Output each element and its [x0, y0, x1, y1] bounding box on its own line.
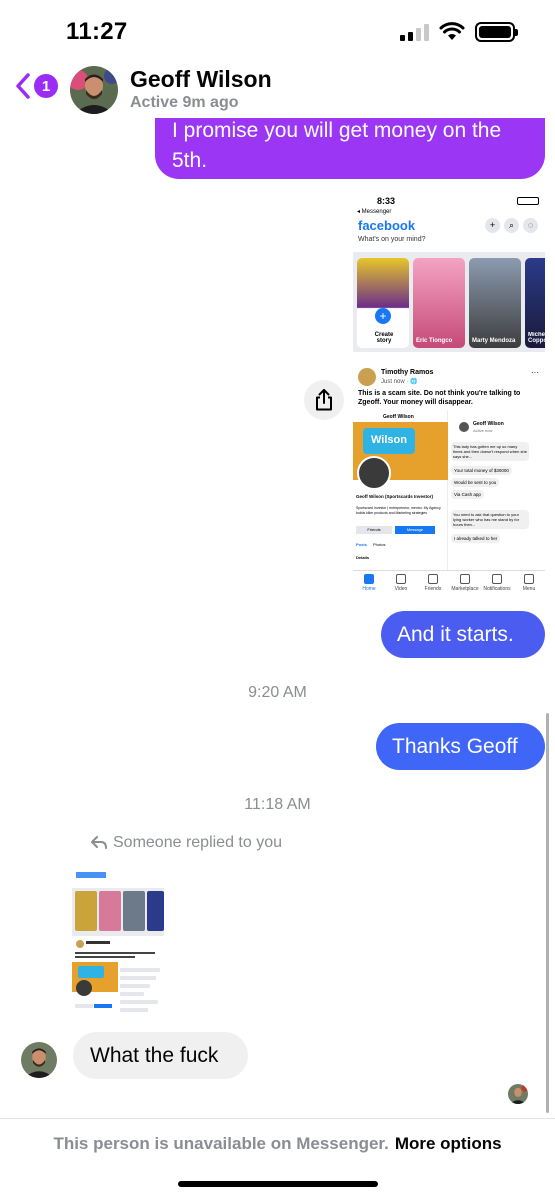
inner-profile-avatar: [357, 456, 391, 490]
inner-chat-panel: Geoff Wilson Active now This lady has go…: [449, 410, 545, 570]
share-icon: [316, 389, 332, 411]
contact-active-status: Active 9m ago: [130, 94, 239, 111]
inner-chat-status: Active now: [473, 428, 493, 433]
wifi-icon: [439, 22, 465, 40]
inner-friends-button: Friends: [356, 526, 392, 534]
inner-bio-name: Geoff Wilson (Sportscards Investor): [356, 494, 433, 499]
message-bubble-incoming[interactable]: What the fuck: [73, 1032, 248, 1079]
inner-chat-avatar: [459, 422, 469, 432]
unavailable-footer: This person is unavailable on Messenger.…: [0, 1134, 555, 1154]
attachment-nav-bar: Home Video Friends Marketplace Notificat…: [353, 570, 545, 600]
inner-show-title: Wilson: [371, 434, 407, 446]
status-icons: [400, 22, 518, 42]
create-story-plus-icon: +: [375, 308, 391, 324]
nav-menu: Menu: [513, 571, 545, 600]
story-card: Michelle Coppola: [525, 258, 545, 348]
post-time: Just now · 🌐: [381, 379, 418, 385]
attachment-stories-row: + Create story Eric Tiongco Marty Mendoz…: [353, 252, 545, 352]
sender-avatar[interactable]: [21, 1042, 57, 1078]
timestamp: 11:18 AM: [244, 796, 311, 813]
attachment-messenger-icon: ◌: [523, 218, 538, 233]
status-bar: 11:27: [0, 0, 555, 62]
story-label: Eric Tiongco: [416, 338, 453, 344]
post-text: This is a scam site. Do not think you're…: [358, 390, 521, 406]
contact-avatar[interactable]: [70, 66, 118, 114]
message-bubble-outgoing[interactable]: Thanks Geoff: [376, 723, 545, 770]
story-card: + Create story: [357, 258, 409, 348]
story-label: Marty Mendoza: [472, 338, 516, 344]
reply-label-text: Someone replied to you: [113, 834, 282, 851]
nav-notifications: Notifications: [481, 571, 513, 600]
story-card: Marty Mendoza: [469, 258, 521, 348]
post-more-icon: ···: [531, 368, 539, 377]
home-indicator[interactable]: [178, 1181, 378, 1187]
status-time: 11:27: [66, 18, 128, 45]
nav-friends: Friends: [417, 571, 449, 600]
chat-header: 1 Geoff Wilson Active 9m ago: [0, 62, 555, 118]
chevron-left-icon: [16, 73, 30, 99]
nav-marketplace: Marketplace: [449, 571, 481, 600]
contact-name[interactable]: Geoff Wilson: [130, 66, 272, 93]
inner-chat-message: You need to ask that question to your ly…: [451, 510, 529, 529]
message-bubble-outgoing[interactable]: And it starts.: [381, 611, 545, 658]
inner-profile-title: Geoff Wilson: [383, 414, 414, 420]
attachment-plus-icon: +: [485, 218, 500, 233]
inner-tab-photos: Photos: [373, 542, 386, 547]
back-button[interactable]: 1: [14, 72, 58, 100]
inner-chat-message: This lady has gotten me up so many times…: [451, 442, 529, 461]
attachment-back-label: ◂ Messenger: [357, 209, 392, 215]
nav-video: Video: [385, 571, 417, 600]
inner-profile-panel: Geoff Wilson Wilson Geoff Wilson (Sports…: [353, 410, 448, 570]
inner-message-button: Message: [395, 526, 435, 534]
share-button[interactable]: [304, 380, 344, 420]
story-label: Create story: [374, 332, 394, 344]
message-text: What the fuck: [90, 1044, 219, 1067]
unavailable-text: This person is unavailable on Messenger.: [53, 1134, 389, 1153]
attachment-mind-prompt: What's on your mind?: [358, 236, 426, 243]
more-options-link[interactable]: More options: [395, 1134, 502, 1153]
nav-home: Home: [353, 571, 385, 600]
reply-indicator: Someone replied to you: [91, 834, 282, 852]
seen-receipt-avatar: [508, 1084, 528, 1104]
attachment-time: 8:33: [377, 196, 396, 206]
footer-divider: [0, 1118, 555, 1119]
unread-count-badge: 1: [34, 74, 58, 98]
inner-chat-message: I already talked to her: [451, 534, 501, 543]
inner-chat-message: Via Cash app: [451, 490, 484, 499]
inner-bio-text: Sportscard Investor | entrepreneur, ment…: [356, 506, 441, 515]
attachment-facebook-logo: facebook: [358, 218, 416, 233]
attachment-battery-icon: [517, 197, 539, 205]
reply-arrow-icon: [91, 836, 107, 849]
scrollbar[interactable]: [546, 713, 549, 1113]
image-attachment-reply[interactable]: [72, 858, 164, 1030]
story-card: Eric Tiongco: [413, 258, 465, 348]
inner-screenshot: Geoff Wilson Wilson Geoff Wilson (Sports…: [353, 410, 545, 570]
message-text: Thanks Geoff: [392, 735, 518, 758]
post-author-avatar: [358, 368, 376, 386]
message-bubble-outgoing[interactable]: I promise you will get money on the 5th.: [155, 108, 545, 179]
cellular-signal-icon: [400, 23, 429, 41]
inner-chat-message: Your total money of $30000: [451, 466, 512, 475]
image-attachment[interactable]: 8:33 ◂ Messenger facebook + ⌕ ◌ What's o…: [353, 192, 545, 602]
attachment-search-icon: ⌕: [504, 218, 519, 233]
inner-chat-message: Would be sent to you: [451, 478, 500, 487]
timestamp: 9:20 AM: [248, 684, 307, 701]
story-label: Michelle Coppola: [528, 332, 545, 344]
battery-icon: [475, 22, 518, 42]
reply-screenshot-thumbnail: [72, 858, 164, 1030]
post-author-name: Timothy Ramos: [381, 369, 434, 376]
message-text: I promise you will get money on the 5th.: [172, 119, 502, 172]
inner-tab-posts: Posts: [356, 542, 367, 547]
inner-details: Details: [356, 555, 370, 560]
message-text: And it starts.: [397, 623, 514, 646]
inner-chat-name: Geoff Wilson: [473, 421, 504, 427]
